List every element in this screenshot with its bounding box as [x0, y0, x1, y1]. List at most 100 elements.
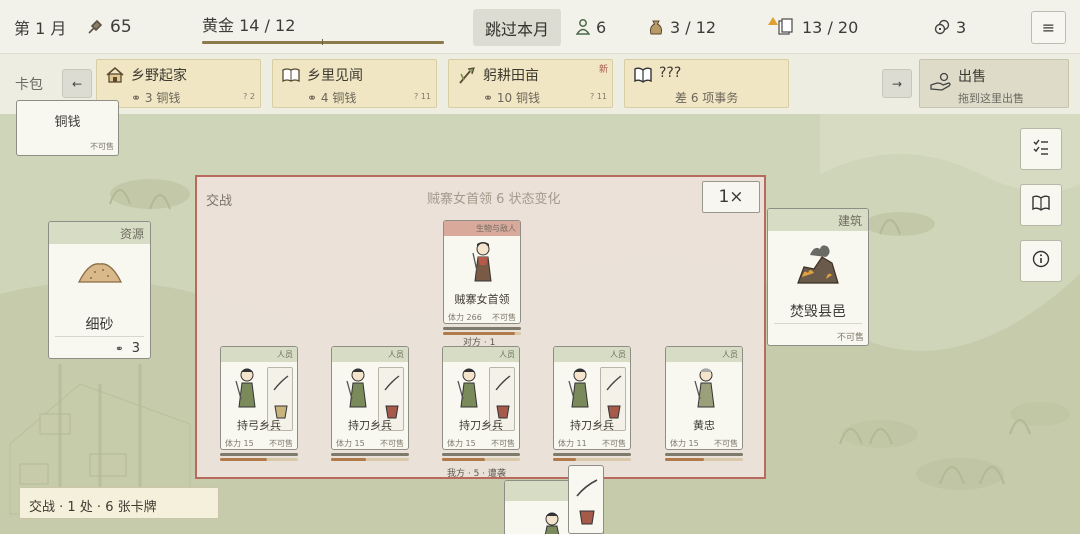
- combat-label: 交战: [206, 194, 233, 209]
- pack-cost-value: 3 铜钱: [144, 91, 181, 105]
- coin-icon: ⚭: [115, 344, 124, 355]
- pack-card-1[interactable]: 乡野起家 ⚭ 3 铜钱 ? 2: [96, 59, 261, 108]
- pack-scroll-right-button[interactable]: →: [882, 69, 912, 98]
- book-icon: [633, 66, 653, 88]
- card-type: 生物与敌人: [444, 221, 520, 236]
- ally-hp-bars: [665, 453, 743, 461]
- hp-bar-track: [443, 327, 521, 330]
- pack-scroll-left-button[interactable]: ←: [62, 69, 92, 98]
- card-name: 持刀乡兵: [459, 419, 503, 432]
- pack-name: ???: [659, 65, 682, 81]
- pack-count: ? 11: [414, 92, 431, 101]
- quest-list-button[interactable]: [1020, 128, 1062, 170]
- skip-month-button[interactable]: 跳过本月: [473, 9, 561, 46]
- card-limit-counter: 13 / 20: [768, 0, 858, 54]
- soldier-figure-icon: [539, 511, 565, 534]
- ally-unit-card[interactable]: 人员 持弓乡兵 体力 15 不可售: [220, 346, 298, 450]
- pack-bar: 卡包 ← 乡野起家 ⚭ 3 铜钱 ? 2 乡里见闻 ⚭ 4 铜钱 ? 11 躬耕…: [0, 54, 1080, 114]
- menu-button[interactable]: ≡: [1031, 11, 1066, 44]
- grain-sack-icon: [648, 19, 664, 35]
- combat-speed-button[interactable]: 1×: [702, 181, 760, 213]
- brush-icon: [86, 18, 104, 36]
- militia-figure-icon: [344, 367, 372, 415]
- ally-hp-bars: [220, 453, 298, 461]
- hp-bar-track: [665, 453, 743, 456]
- ally-unit-card[interactable]: 人员 持刀乡兵 体力 15 不可售: [331, 346, 409, 450]
- pack-cost-value: 10 铜钱: [496, 91, 540, 105]
- coin-counter: 3: [934, 0, 966, 54]
- hp-bar: [553, 458, 631, 461]
- pack-card-4[interactable]: ??? 差 6 项事务: [624, 59, 789, 108]
- top-bar: 第 1 月 65 黄金 14 / 12 跳过本月 6 3 / 12 13 / 2…: [0, 0, 1080, 54]
- info-button[interactable]: [1020, 240, 1062, 282]
- card-sellable: 不可售: [491, 439, 515, 448]
- dragged-equipment-card[interactable]: [568, 465, 604, 534]
- gold-label: 黄金 14 / 12: [202, 16, 296, 35]
- codex-button[interactable]: [1020, 184, 1062, 226]
- pack-name: 乡野起家: [131, 68, 187, 84]
- influence-value: 65: [110, 17, 132, 37]
- card-name: 焚毁县邑: [790, 304, 846, 320]
- hp-bar-track: [331, 453, 409, 456]
- card-limit-value: 13 / 20: [802, 17, 859, 37]
- pack-count: ? 2: [243, 92, 255, 101]
- hp-bar: [220, 458, 298, 461]
- sand-pile-icon: [75, 256, 125, 292]
- hp-bar: [331, 458, 409, 461]
- pack-card-3[interactable]: 躬耕田亩 ⚭ 10 铜钱 ? 11 新: [448, 59, 613, 108]
- hamburger-icon: ≡: [1041, 18, 1056, 37]
- saber-icon: [575, 478, 599, 502]
- food-value: 3 / 12: [670, 17, 717, 37]
- hp-bar: [665, 458, 743, 461]
- combat-status-summary: 交战 · 1 处 · 6 张卡牌: [19, 487, 219, 519]
- burned-town-icon: [792, 243, 844, 293]
- pack-cost: ⚭ 10 铜钱: [483, 89, 540, 106]
- card-name: 细砂: [85, 317, 114, 333]
- sand-resource-card[interactable]: 资源 细砂 ⚭ 3: [48, 221, 151, 359]
- card-name: 持刀乡兵: [348, 419, 392, 432]
- gold-progress-bar: [202, 39, 444, 45]
- card-hp: 体力 266: [448, 313, 482, 322]
- checklist-icon: [1032, 138, 1050, 160]
- militia-figure-icon: [233, 367, 261, 415]
- saber-icon: [383, 374, 401, 396]
- sell-label: 出售: [958, 69, 986, 85]
- card-name: 铜钱: [54, 115, 81, 130]
- pack-cost: ⚭ 3 铜钱: [131, 89, 180, 106]
- hp-bar-fill: [442, 458, 485, 461]
- ally-unit-card[interactable]: 人员 黄忠 体力 15 不可售: [665, 346, 743, 450]
- card-divider: [55, 336, 144, 337]
- person-icon: [576, 19, 590, 35]
- hand-coin-icon: [930, 72, 952, 96]
- hp-bar-fill: [665, 458, 704, 461]
- card-name: 黄忠: [693, 419, 715, 432]
- saber-icon: [494, 374, 512, 396]
- armor-icon: [577, 508, 597, 530]
- combat-title: 贼寨女首领 6 状态变化: [427, 192, 561, 207]
- card-type: 人员: [443, 347, 519, 362]
- sell-zone[interactable]: 出售 拖到这里出售: [919, 59, 1069, 108]
- card-type: 人员: [332, 347, 408, 362]
- card-hp: 体力 15: [670, 439, 699, 448]
- influence-counter: 65: [86, 0, 132, 54]
- general-figure-icon: [692, 367, 720, 415]
- combat-panel: 交战 贼寨女首领 6 状态变化 1× 生物与敌人 贼寨女首领 体力 266 不可…: [195, 175, 766, 479]
- ally-unit-card[interactable]: 人员 持刀乡兵 体力 15 不可售: [442, 346, 520, 450]
- card-hp: 体力 15: [225, 439, 254, 448]
- card-type: 资源: [49, 222, 150, 244]
- pack-name: 躬耕田亩: [483, 68, 539, 84]
- card-name: 贼寨女首领: [454, 293, 510, 306]
- pack-requirement: 差 6 项事务: [675, 91, 739, 105]
- card-name: 持弓乡兵: [237, 419, 281, 432]
- enemy-card[interactable]: 生物与敌人 贼寨女首领 体力 266 不可售: [443, 220, 521, 324]
- pack-card-2[interactable]: 乡里见闻 ⚭ 4 铜钱 ? 11: [272, 59, 437, 108]
- hp-bar: [442, 458, 520, 461]
- ally-unit-card[interactable]: 人员 持刀乡兵 体力 11 不可售: [553, 346, 631, 450]
- copper-coin-card[interactable]: 铜钱 不可售: [16, 100, 119, 156]
- bandit-leader-figure-icon: [470, 241, 496, 289]
- sell-hint: 拖到这里出售: [958, 92, 1024, 105]
- coin-icon: ⚭: [307, 91, 318, 105]
- burned-town-building-card[interactable]: 建筑 焚毁县邑 不可售: [767, 208, 869, 346]
- ally-hp-bars: [331, 453, 409, 461]
- card-sellable: 不可售: [836, 333, 864, 343]
